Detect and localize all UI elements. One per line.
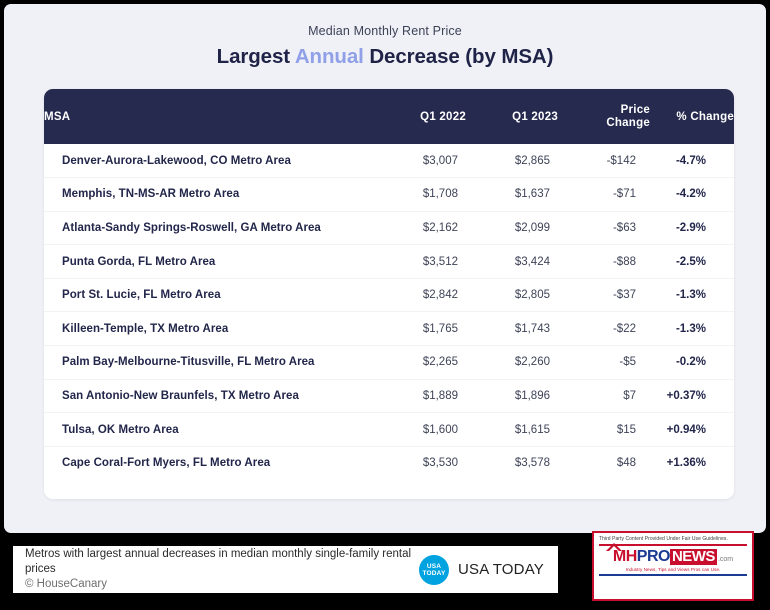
cell-q1-2022: $3,512 [422,255,458,268]
price-change-label-line2: Change [606,116,650,129]
cell-msa: Punta Gorda, FL Metro Area [62,255,216,268]
mhpronews-news: NEWS [669,548,717,565]
cell-q1-2022: $2,162 [422,221,458,234]
cell-pct-change: +0.94% [666,423,706,436]
cell-price-change: -$142 [606,154,636,167]
cell-q1-2022: $1,889 [422,389,458,402]
cell-pct-change: -0.2% [675,356,706,369]
mhpronews-badge: Third Party Content Provided Under Fair … [592,531,754,601]
cell-q1-2023: $3,578 [514,457,550,470]
mhpronews-tagline: Industry News, Tips and Views Pros can U… [625,567,721,572]
cell-pct-change: -2.5% [675,255,706,268]
cell-msa: San Antonio-New Braunfels, TX Metro Area [62,389,299,402]
cell-q1-2023: $1,615 [514,423,550,436]
chart-kicker: Median Monthly Rent Price [308,24,462,38]
cell-msa: Memphis, TN-MS-AR Metro Area [62,188,240,201]
usa-today-wordmark: USA TODAY [458,561,544,578]
cell-price-change: $7 [623,389,636,402]
cell-pct-change: -1.3% [675,289,706,302]
cell-q1-2022: $3,007 [422,154,458,167]
cell-pct-change: -1.3% [675,322,706,335]
headline-pre: Largest [216,45,295,68]
caption-source-line: © HouseCanary [25,578,107,590]
cell-q1-2022: $1,708 [422,188,458,201]
cell-msa: Atlanta-Sandy Springs-Roswell, GA Metro … [62,221,321,234]
rent-table: MSA Q1 2022 Q1 2023 Price Change % Chang… [44,89,734,480]
cell-price-change: $48 [616,457,636,470]
cell-price-change: -$22 [612,322,636,335]
blue-rule-bottom [599,574,747,576]
table-row: Port St. Lucie, FL Metro Area $2,842 $2,80… [44,278,734,312]
usa-today-logo: USA TODAY USA TODAY [419,554,558,585]
table-row: Memphis, TN-MS-AR Metro Area $1,708 $1,637… [44,178,734,212]
cell-msa: Port St. Lucie, FL Metro Area [62,289,221,302]
cell-pct-change: +1.36% [666,457,706,470]
column-header-q1-2022: Q1 2022 [420,110,466,123]
cell-q1-2023: $1,637 [514,188,550,201]
infographic-panel: Median Monthly Rent Price Largest Annual… [4,4,766,533]
mhpronews-pro: PRO [636,548,671,565]
mhpronews-dotcom: .com [717,556,734,563]
table-row: Tulsa, OK Metro Area $1,600 $1,615 $15 +0.94… [44,413,734,447]
usa-today-circle-line1: USA [426,562,442,570]
table-row: Palm Bay-Melbourne-Titusville, FL Metro … [44,346,734,380]
cell-q1-2023: $1,743 [514,322,550,335]
cell-pct-change: -4.2% [675,188,706,201]
table-row: Denver-Aurora-Lakewood, CO Metro Area $3,… [44,144,734,178]
screenshot-root: Median Monthly Rent Price Largest Annual… [0,0,770,610]
cell-q1-2022: $3,530 [422,457,458,470]
data-table-card: MSA Q1 2022 Q1 2023 Price Change % Chang… [44,89,734,499]
cell-msa: Cape Coral-Fort Myers, FL Metro Area [62,457,271,470]
cell-q1-2022: $2,265 [422,356,458,369]
cell-q1-2023: $2,805 [514,289,550,302]
cell-price-change: -$63 [612,221,636,234]
house-roof-icon [606,543,622,551]
cell-price-change: $15 [616,423,636,436]
cell-q1-2023: $1,896 [514,389,550,402]
headline-highlight: Annual [294,45,364,68]
table-row: Atlanta-Sandy Springs-Roswell, GA Metro … [44,211,734,245]
cell-price-change: -$71 [612,188,636,201]
cell-q1-2022: $1,600 [422,423,458,436]
table-header-row: MSA Q1 2022 Q1 2023 Price Change % Chang… [44,89,734,144]
headline-post: Decrease (by MSA) [363,45,554,68]
table-header: MSA Q1 2022 Q1 2023 Price Change % Chang… [44,89,734,144]
title-block: Median Monthly Rent Price Largest Annual… [4,4,766,69]
caption-text: Metros with largest annual decreases in … [13,547,419,592]
column-header-q1-2023: Q1 2023 [512,110,558,123]
table-row: Punta Gorda, FL Metro Area $3,512 $3,424 -$… [44,245,734,279]
table-row: San Antonio-New Braunfels, TX Metro Area… [44,379,734,413]
cell-q1-2023: $2,865 [514,154,550,167]
mhpronews-mh: MH [612,548,637,565]
cell-price-change: -$5 [619,356,636,369]
cell-msa: Denver-Aurora-Lakewood, CO Metro Area [62,154,291,167]
cell-price-change: -$88 [612,255,636,268]
page-title: Largest Annual Decrease (by MSA) [4,45,766,69]
cell-pct-change: -4.7% [675,154,706,167]
cell-price-change: -$37 [612,289,636,302]
table-row: Cape Coral-Fort Myers, FL Metro Area $3,5… [44,446,734,480]
cell-q1-2023: $3,424 [514,255,550,268]
cell-msa: Tulsa, OK Metro Area [62,423,179,436]
cell-q1-2022: $2,842 [422,289,458,302]
table-row: Killeen-Temple, TX Metro Area $1,765 $1,74… [44,312,734,346]
mhpronews-badge-inner: Third Party Content Provided Under Fair … [594,533,752,599]
usa-today-circle-line2: TODAY [422,569,446,577]
cell-q1-2023: $2,260 [514,356,550,369]
column-header-msa: MSA [44,110,71,123]
cell-q1-2023: $2,099 [514,221,550,234]
table-body: Denver-Aurora-Lakewood, CO Metro Area $3,… [44,144,734,480]
column-header-pct-change: % Change [676,110,734,123]
cell-msa: Palm Bay-Melbourne-Titusville, FL Metro … [62,356,315,369]
usa-today-circle-icon: USA TODAY [419,554,449,585]
column-header-price-change: Price Change [558,89,650,144]
caption-line-1: Metros with largest annual decreases in … [25,548,412,575]
caption-bar: Metros with largest annual decreases in … [13,546,558,593]
cell-msa: Killeen-Temple, TX Metro Area [62,322,229,335]
cell-pct-change: +0.37% [666,389,706,402]
mhpronews-logo-row: MH PRO NEWS .com [599,543,747,565]
cell-q1-2022: $1,765 [422,322,458,335]
cell-pct-change: -2.9% [675,221,706,234]
price-change-label-line1: Price [620,103,650,116]
